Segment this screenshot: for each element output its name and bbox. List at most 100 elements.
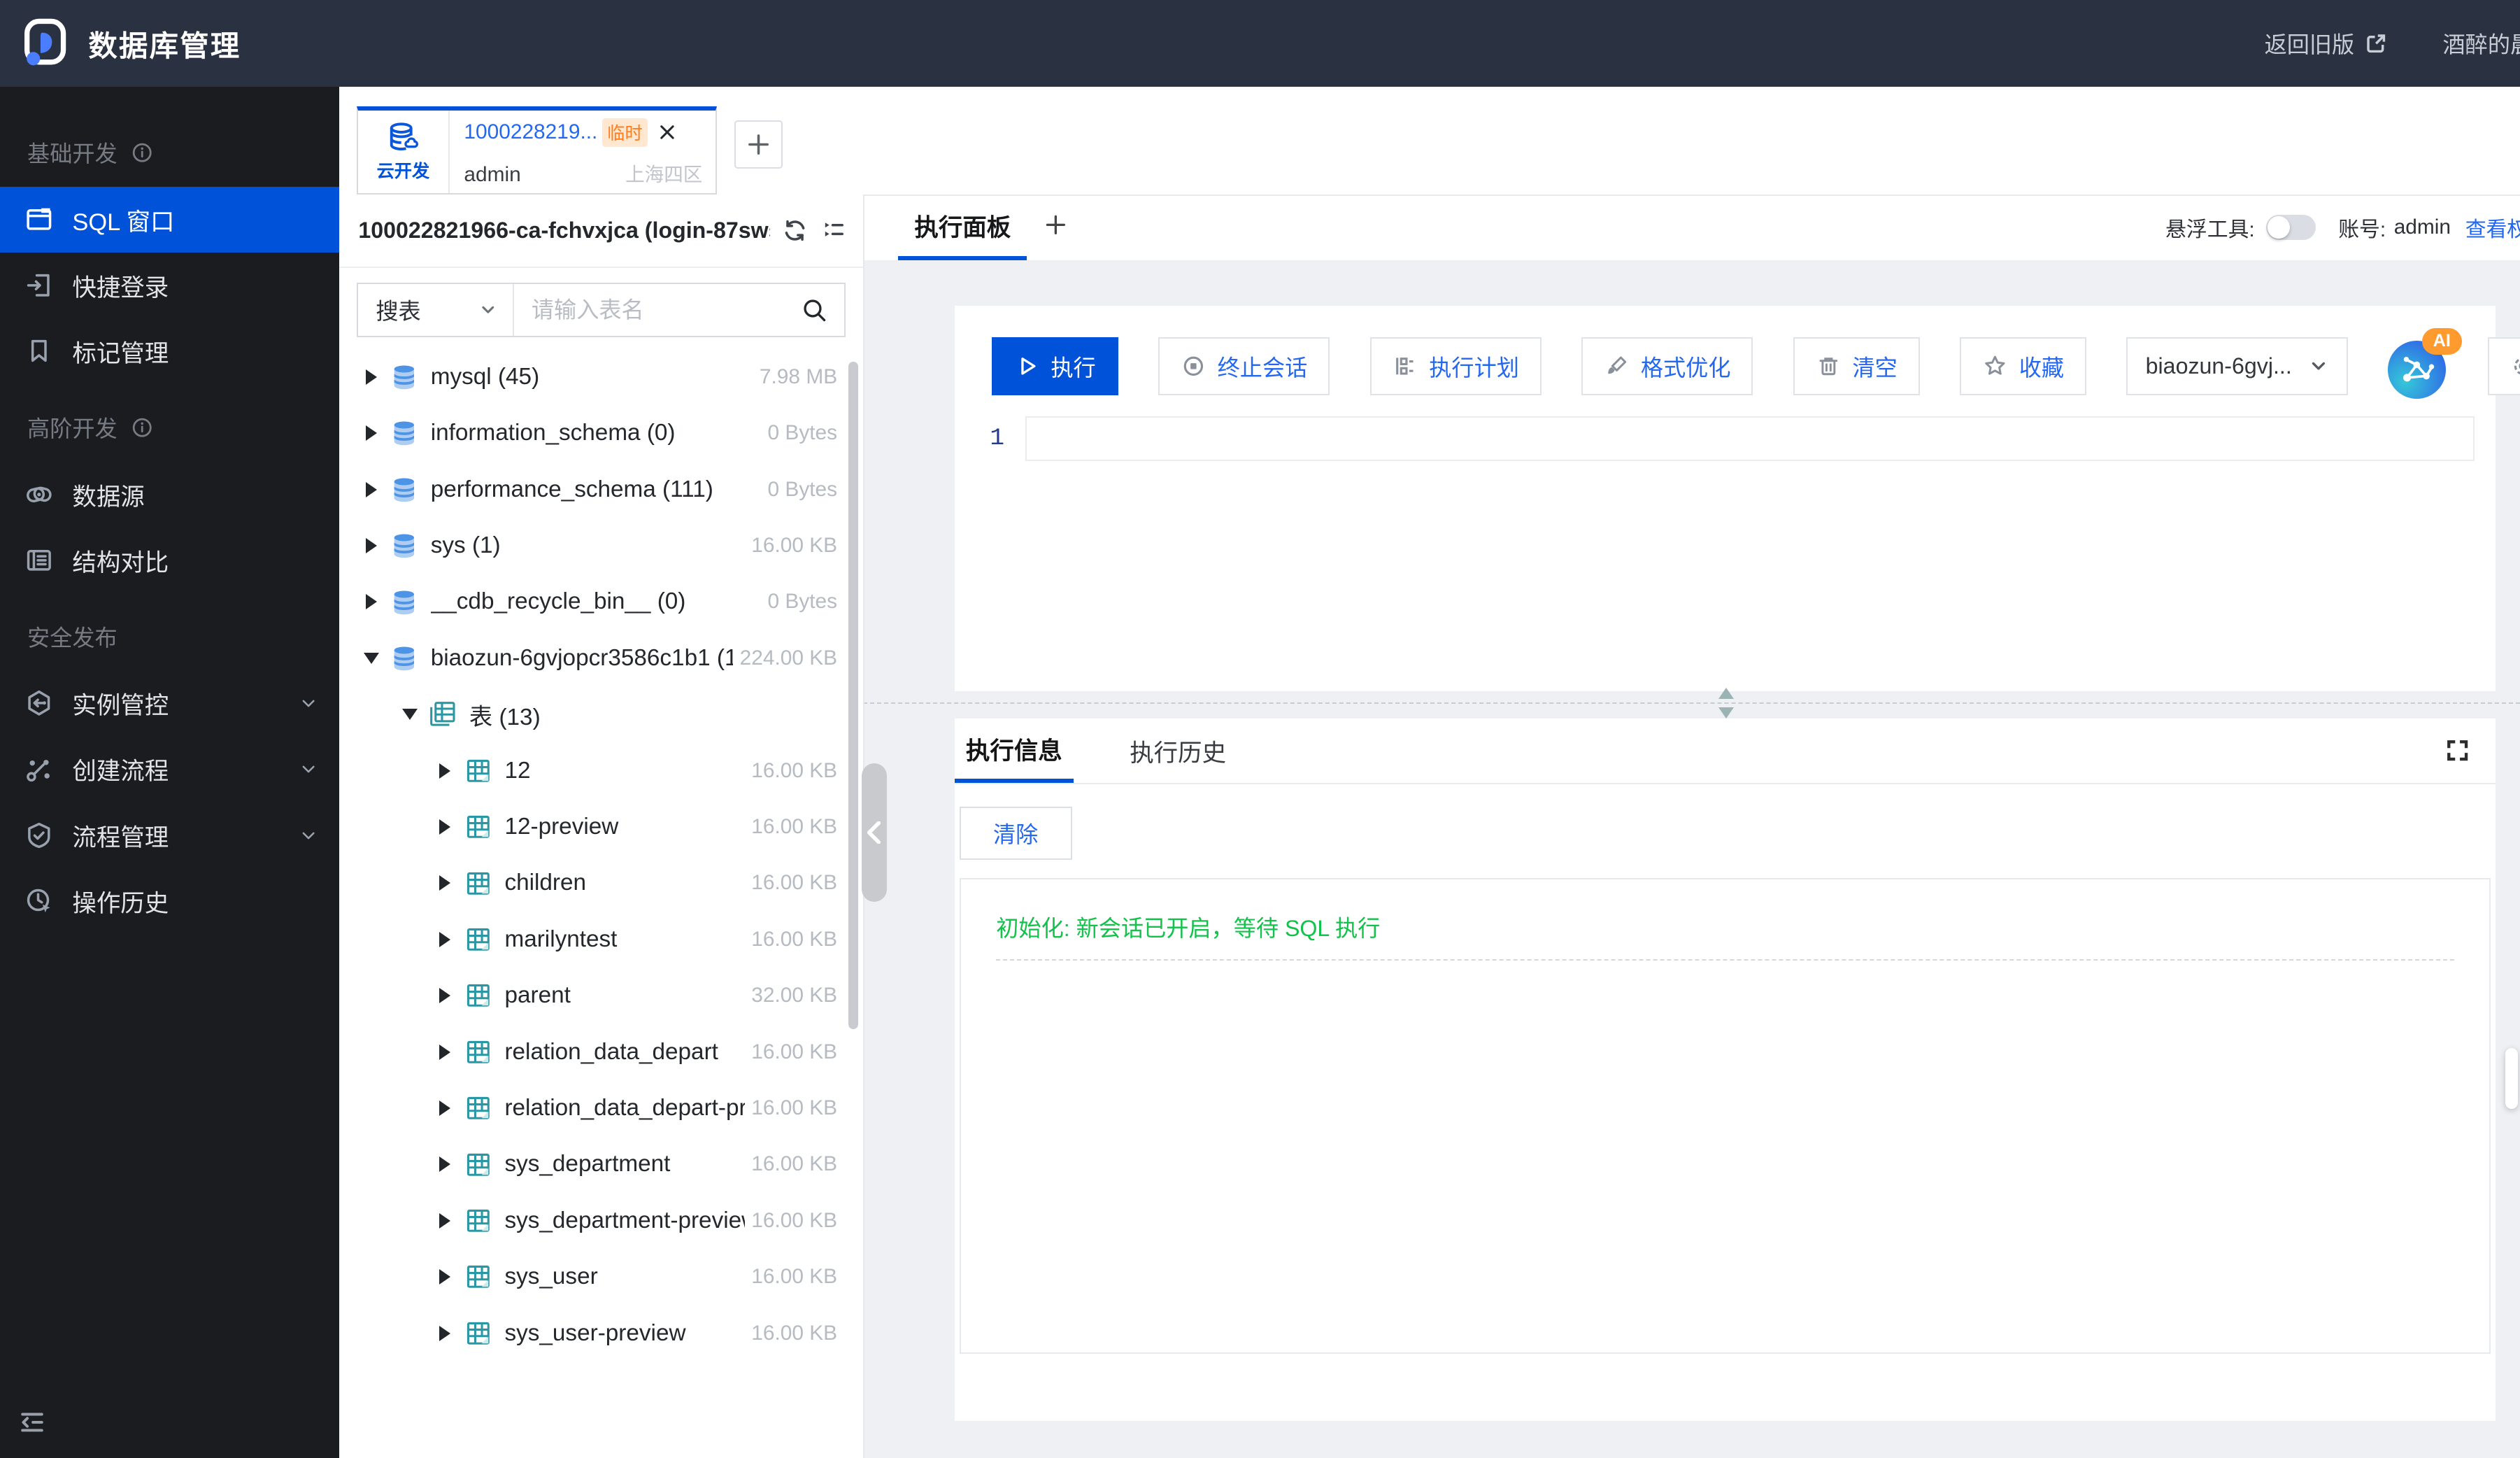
tree-scrollbar-thumb[interactable] — [848, 362, 858, 1029]
caret-down-icon[interactable] — [362, 653, 381, 664]
info-icon[interactable] — [130, 141, 154, 164]
add-connection-button[interactable] — [734, 120, 783, 169]
chevron-down-icon — [478, 300, 498, 320]
clear-results-button[interactable]: 清除 — [960, 807, 1072, 860]
tree-row-tables-group[interactable]: 表 (13) — [339, 686, 863, 742]
object-size: 0 Bytes — [761, 590, 863, 614]
pane-splitter[interactable] — [863, 702, 2520, 704]
settings-button[interactable]: 设置 — [2488, 337, 2520, 395]
tree-row-database[interactable]: mysql (45)7.98 MB — [339, 349, 863, 405]
search-icon[interactable] — [801, 297, 828, 324]
tree-row-table[interactable]: sys_user-preview16.00 KB — [339, 1305, 863, 1361]
caret-right-icon[interactable] — [362, 482, 381, 497]
tree-row-database[interactable]: information_schema (0)0 Bytes — [339, 405, 863, 461]
caret-right-icon[interactable] — [436, 819, 455, 835]
tree-row-table[interactable]: parent32.00 KB — [339, 968, 863, 1024]
sql-editor[interactable]: 1 — [955, 416, 2496, 461]
execution-plan-button[interactable]: 执行计划 — [1370, 337, 1542, 395]
caret-right-icon[interactable] — [436, 1045, 455, 1060]
clear-editor-button[interactable]: 清空 — [1793, 337, 1920, 395]
info-icon[interactable] — [130, 416, 154, 439]
play-icon — [1014, 353, 1040, 379]
tree-row-table[interactable]: relation_data_depart16.00 KB — [339, 1024, 863, 1080]
caret-right-icon[interactable] — [436, 1156, 455, 1172]
caret-right-icon[interactable] — [362, 538, 381, 553]
object-size: 16.00 KB — [745, 1209, 863, 1233]
format-button[interactable]: 格式优化 — [1581, 337, 1753, 395]
tree-row-database[interactable]: sys (1)16.00 KB — [339, 518, 863, 574]
username[interactable]: 酒醉的晨 — [2443, 27, 2520, 59]
tree-row-table[interactable]: sys_user16.00 KB — [339, 1249, 863, 1305]
tree-row-table[interactable]: sys_department-preview16.00 KB — [339, 1193, 863, 1249]
tree-row-table[interactable]: sys_department16.00 KB — [339, 1136, 863, 1192]
instance-id[interactable]: 1000228219... — [464, 120, 597, 144]
caret-right-icon[interactable] — [362, 369, 381, 385]
sidebar-item-instance-control[interactable]: 实例管控 — [0, 670, 339, 736]
table-icon — [463, 1318, 494, 1349]
caret-right-icon[interactable] — [436, 1100, 455, 1116]
add-panel-tab-button[interactable] — [1043, 194, 1069, 255]
trash-icon — [1816, 353, 1842, 379]
page-scrollbar-thumb[interactable] — [2505, 1048, 2518, 1109]
tree-row-database[interactable]: __cdb_recycle_bin__ (0)0 Bytes — [339, 574, 863, 630]
sidebar-collapse-icon[interactable] — [16, 1406, 48, 1438]
instance-tab[interactable]: 云开发 1000228219... 临时 admin 上海四区 — [357, 106, 717, 194]
app-title: 数据库管理 — [88, 22, 241, 64]
view-permission-link[interactable]: 查看权限 — [2465, 212, 2520, 243]
current-line-highlight[interactable] — [1025, 416, 2475, 461]
sidebar-section-label: 安全发布 — [0, 603, 339, 671]
floating-tool-toggle[interactable] — [2266, 215, 2316, 241]
caret-right-icon[interactable] — [436, 875, 455, 891]
caret-right-icon[interactable] — [436, 932, 455, 947]
caret-right-icon[interactable] — [436, 763, 455, 779]
tree-row-table[interactable]: relation_data_depart-preview16.00 KB — [339, 1080, 863, 1136]
back-to-old-link[interactable]: 返回旧版 — [2265, 27, 2389, 59]
terminate-session-button[interactable]: 终止会话 — [1158, 337, 1330, 395]
sidebar-item-create-flow[interactable]: 创建流程 — [0, 736, 339, 802]
caret-right-icon[interactable] — [436, 1326, 455, 1341]
search-mode-select[interactable]: 搜表 — [358, 284, 514, 336]
instance-control-icon — [24, 688, 55, 719]
caret-right-icon[interactable] — [362, 425, 381, 441]
tree-row-database[interactable]: performance_schema (111)0 Bytes — [339, 461, 863, 517]
table-icon — [463, 980, 494, 1011]
sidebar-item-flow-manage[interactable]: 流程管理 — [0, 802, 339, 868]
sidebar-item-history[interactable]: 操作历史 — [0, 868, 339, 934]
sidebar-item-quick-login[interactable]: 快捷登录 — [0, 253, 339, 318]
fullscreen-icon[interactable] — [2443, 736, 2472, 765]
caret-right-icon[interactable] — [436, 988, 455, 1003]
ai-assistant-button[interactable]: AI — [2388, 334, 2452, 399]
caret-right-icon[interactable] — [436, 1213, 455, 1229]
collapse-tree-icon[interactable] — [820, 217, 847, 244]
database-selector[interactable]: biaozun-6gvj... — [2126, 337, 2348, 395]
tab-execution-info[interactable]: 执行信息 — [955, 719, 1074, 783]
tab-execution-panel[interactable]: 执行面板 — [898, 194, 1027, 260]
close-tab-icon[interactable] — [657, 122, 678, 143]
table-icon — [463, 868, 494, 899]
create-flow-icon — [24, 754, 55, 785]
account-label: 账号: — [2338, 212, 2386, 243]
sidebar-item-struct-compare[interactable]: 结构对比 — [0, 528, 339, 593]
tree-row-table[interactable]: 12-preview16.00 KB — [339, 799, 863, 855]
tree-row-database[interactable]: biaozun-6gvjopcr3586c1b1 (13)224.00 KB — [339, 630, 863, 686]
favorite-button[interactable]: 收藏 — [1960, 337, 2086, 395]
account-value: admin — [2394, 215, 2451, 239]
tree-row-table[interactable]: marilyntest16.00 KB — [339, 912, 863, 968]
message-separator — [996, 959, 2454, 961]
caret-right-icon[interactable] — [436, 1269, 455, 1284]
sidebar-item-sql-window[interactable]: SQL 窗口 — [0, 187, 339, 253]
sidebar-item-datasource[interactable]: 数据源 — [0, 461, 339, 527]
tab-execution-history[interactable]: 执行历史 — [1118, 719, 1237, 783]
sidebar-item-bookmark[interactable]: 标记管理 — [0, 318, 339, 384]
run-button[interactable]: 执行 — [992, 337, 1118, 395]
object-size: 16.00 KB — [745, 871, 863, 895]
panel-collapse-handle[interactable] — [862, 763, 888, 902]
search-input[interactable] — [514, 297, 801, 323]
splitter-arrows[interactable] — [1715, 688, 1737, 720]
refresh-icon[interactable] — [781, 217, 809, 244]
tree-row-table[interactable]: children16.00 KB — [339, 855, 863, 911]
caret-right-icon[interactable] — [362, 594, 381, 609]
tree-row-table[interactable]: 1216.00 KB — [339, 742, 863, 798]
caret-down-icon[interactable] — [400, 709, 420, 720]
table-icon — [463, 812, 494, 842]
